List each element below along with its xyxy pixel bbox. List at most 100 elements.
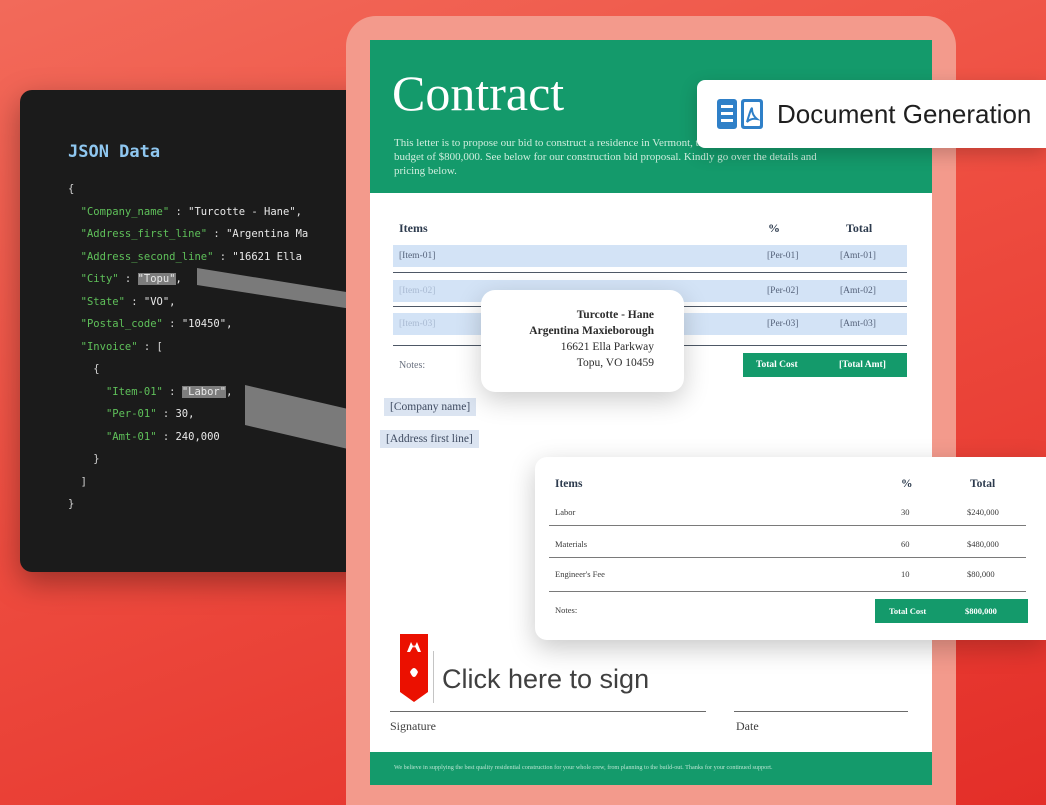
row-percent-cell: [Per-02] xyxy=(767,286,799,296)
code-line: } xyxy=(68,448,308,471)
address-company: Turcotte - Hane xyxy=(576,309,654,321)
column-header-items: Items xyxy=(555,478,583,490)
row-item-cell: [Item-03] xyxy=(399,319,436,329)
code-token: : xyxy=(124,295,144,308)
code-line: "Item-01" : "Labor", xyxy=(68,381,308,404)
code-token: : [ xyxy=(137,340,163,353)
code-token: ] xyxy=(80,475,87,488)
row-divider xyxy=(549,591,1026,592)
code-highlight: "Labor" xyxy=(181,385,227,398)
code-token: : xyxy=(207,228,227,240)
column-header-percent: % xyxy=(901,478,913,490)
document-generation-badge: Document Generation xyxy=(697,80,1046,148)
code-key: "Item-01" xyxy=(105,385,163,398)
date-label: Date xyxy=(736,719,759,733)
total-cost-label: Total Cost xyxy=(756,360,798,370)
item-name-cell: Engineer's Fee xyxy=(555,569,605,579)
column-header-total: Total xyxy=(846,221,873,235)
code-token: "10450", xyxy=(181,318,233,330)
sign-divider xyxy=(433,651,434,703)
notes-label: Notes: xyxy=(399,360,426,371)
item-percent-cell: 30 xyxy=(901,507,910,517)
code-token: : xyxy=(213,250,233,263)
item-total-cell: $80,000 xyxy=(967,569,995,579)
code-token: } xyxy=(68,498,75,510)
date-line xyxy=(734,711,908,712)
click-to-sign-button[interactable]: Click here to sign xyxy=(442,664,649,695)
code-key: "Amt-01" xyxy=(105,430,157,443)
code-line: "City" : "Topu", xyxy=(68,268,308,291)
code-token: } xyxy=(93,453,100,465)
row-total-cell: [Amt-02] xyxy=(840,286,876,296)
item-percent-cell: 10 xyxy=(901,569,910,579)
code-key: "City" xyxy=(80,273,119,285)
code-token: { xyxy=(93,363,100,375)
database-pdf-icon xyxy=(717,99,763,129)
code-key: "Postal_code" xyxy=(80,318,163,330)
code-line: } xyxy=(68,493,308,516)
item-name-cell: Labor xyxy=(555,507,576,517)
item-total-cell: $240,000 xyxy=(967,507,999,517)
notes-label: Notes: xyxy=(555,605,578,615)
row-divider xyxy=(549,525,1026,526)
adobe-sign-icon[interactable] xyxy=(400,634,428,707)
code-token: : xyxy=(156,408,176,420)
total-cost-value: $800,000 xyxy=(965,606,997,616)
column-header-total: Total xyxy=(970,478,996,490)
document-footer: We believe in supplying the best quality… xyxy=(370,752,932,785)
item-name-cell: Materials xyxy=(555,539,588,549)
row-divider xyxy=(393,272,907,273)
code-key: "Invoice" xyxy=(80,340,138,353)
total-cost-bar: Total Cost $800,000 xyxy=(875,599,1028,623)
item-total-cell: $480,000 xyxy=(967,539,999,549)
address-first-line-field: [Address first line] xyxy=(380,430,479,448)
row-percent-cell: [Per-03] xyxy=(767,319,799,329)
code-token: , xyxy=(175,273,182,285)
row-total-cell: [Amt-03] xyxy=(840,319,876,329)
code-token: , xyxy=(226,385,233,398)
total-cost-label: Total Cost xyxy=(889,606,927,616)
items-table-card: Items % Total Labor 30 $240,000 Material… xyxy=(535,457,1046,640)
code-line: "Postal_code" : "10450", xyxy=(68,313,308,336)
code-key: "Address_second_line" xyxy=(80,250,214,263)
code-line: "State" : "VO", xyxy=(68,291,308,314)
column-header-items: Items xyxy=(399,221,428,235)
code-line: "Address_first_line" : "Argentina Ma xyxy=(68,223,309,246)
code-token: { xyxy=(68,183,75,195)
code-lines: { "Company_name" : "Turcotte - Hane", "A… xyxy=(68,178,308,516)
code-token: : xyxy=(162,318,182,330)
code-token: "VO", xyxy=(143,295,176,308)
badge-label: Document Generation xyxy=(777,99,1032,129)
table-row xyxy=(393,245,907,267)
contract-document: Contract This letter is to propose our b… xyxy=(370,40,932,785)
code-token: 30, xyxy=(175,408,195,420)
code-token: : xyxy=(118,273,138,285)
row-item-cell: [Item-01] xyxy=(399,251,436,261)
signature-label: Signature xyxy=(390,719,436,733)
signature-line xyxy=(390,711,706,712)
code-line: "Address_second_line" : "16621 Ella xyxy=(68,246,308,269)
address-card: Turcotte - Hane Argentina Maxieborough 1… xyxy=(481,290,684,392)
code-key: "Address_first_line" xyxy=(80,228,208,240)
code-token: : xyxy=(162,385,182,398)
address-line-1: Argentina Maxieborough xyxy=(529,325,654,337)
company-name-field: [Company name] xyxy=(384,398,477,416)
column-header-percent: % xyxy=(768,221,780,235)
address-city-state: Topu, VO 10459 xyxy=(576,357,654,369)
code-key: "Company_name" xyxy=(80,205,170,218)
row-divider xyxy=(549,557,1026,558)
code-token: "Turcotte - Hane", xyxy=(188,205,302,218)
code-key: "State" xyxy=(80,295,125,308)
code-highlight: "Topu" xyxy=(137,273,176,285)
code-line: ] xyxy=(68,471,308,494)
code-line: "Invoice" : [ xyxy=(68,336,308,359)
row-total-cell: [Amt-01] xyxy=(840,251,876,261)
code-key: "Per-01" xyxy=(105,408,157,420)
json-code-panel: JSON Data { "Company_name" : "Turcotte -… xyxy=(20,90,380,572)
item-percent-cell: 60 xyxy=(901,539,910,549)
total-cost-value: [Total Amt] xyxy=(839,360,886,370)
document-title: Contract xyxy=(392,65,565,121)
code-line: "Amt-01" : 240,000 xyxy=(68,426,308,449)
code-token: "Argentina Ma xyxy=(226,228,309,240)
code-token: : xyxy=(156,430,176,443)
